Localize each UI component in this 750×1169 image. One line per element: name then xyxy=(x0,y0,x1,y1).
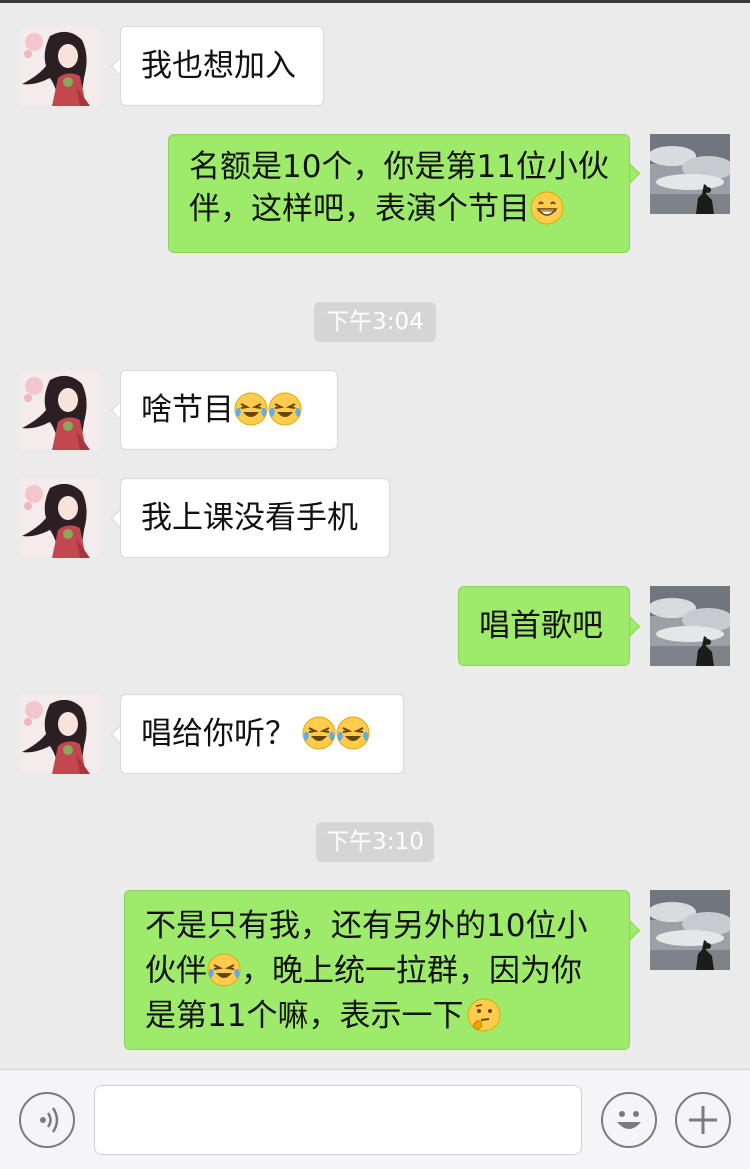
timestamp: 下午3:10 xyxy=(316,822,434,862)
contact-avatar[interactable] xyxy=(20,26,100,106)
message-text: 我上课没看手机 xyxy=(141,500,358,536)
outgoing-message[interactable]: 不是只有我，还有另外的10位小 伙伴 ，晚上统一拉群，因为你 是第11个嘛，表示一… xyxy=(124,890,630,1050)
contact-avatar[interactable] xyxy=(20,478,100,558)
incoming-message[interactable]: 我上课没看手机 xyxy=(120,478,390,558)
crying-laughing-emoji-icon xyxy=(234,392,268,426)
crying-laughing-emoji-icon xyxy=(336,716,370,750)
contact-avatar[interactable] xyxy=(20,694,100,774)
message-text: 伴，这样吧，表演个节目 xyxy=(189,191,530,227)
incoming-message[interactable]: 啥节目 xyxy=(120,370,338,450)
message-text: 不是只有我，还有另外的10位小 xyxy=(145,908,588,944)
incoming-message[interactable]: 我也想加入 xyxy=(120,26,324,106)
message-text: 啥节目 xyxy=(141,392,234,428)
emoji-button[interactable] xyxy=(601,1092,657,1148)
crying-laughing-emoji-icon xyxy=(207,953,241,987)
timestamp: 下午3:04 xyxy=(314,302,436,342)
my-avatar[interactable] xyxy=(650,890,730,970)
more-button[interactable] xyxy=(675,1092,731,1148)
my-avatar[interactable] xyxy=(650,134,730,214)
message-text: ，晚上统一拉群，因为你 xyxy=(241,953,582,989)
input-bar xyxy=(0,1069,750,1169)
thinking-face-emoji-icon xyxy=(467,998,501,1032)
message-text: 唱给你听？ xyxy=(141,716,296,752)
voice-button[interactable] xyxy=(19,1092,75,1148)
message-text: 是第11个嘛，表示一下 xyxy=(145,998,464,1034)
crying-laughing-emoji-icon xyxy=(302,716,336,750)
grin-emoji-icon xyxy=(530,191,564,225)
my-avatar[interactable] xyxy=(650,586,730,666)
chat-area[interactable]: 我也想加入 名额是10个，你是第11位小伙 伴，这样吧，表演个节目 下午3:04… xyxy=(0,3,750,1069)
outgoing-message[interactable]: 唱首歌吧 xyxy=(458,586,630,666)
incoming-message[interactable]: 唱给你听？ xyxy=(120,694,404,774)
voice-icon xyxy=(40,1107,59,1133)
outgoing-message[interactable]: 名额是10个，你是第11位小伙 伴，这样吧，表演个节目 xyxy=(168,134,630,253)
contact-avatar[interactable] xyxy=(20,370,100,450)
message-text: 我也想加入 xyxy=(141,48,296,84)
message-text: 伙伴 xyxy=(145,953,207,989)
smiley-icon xyxy=(617,1111,641,1129)
crying-laughing-emoji-icon xyxy=(268,392,302,426)
message-input[interactable] xyxy=(94,1085,582,1155)
plus-icon xyxy=(689,1106,717,1134)
message-text: 名额是10个，你是第11位小伙 xyxy=(189,149,609,185)
message-text: 唱首歌吧 xyxy=(479,608,603,644)
